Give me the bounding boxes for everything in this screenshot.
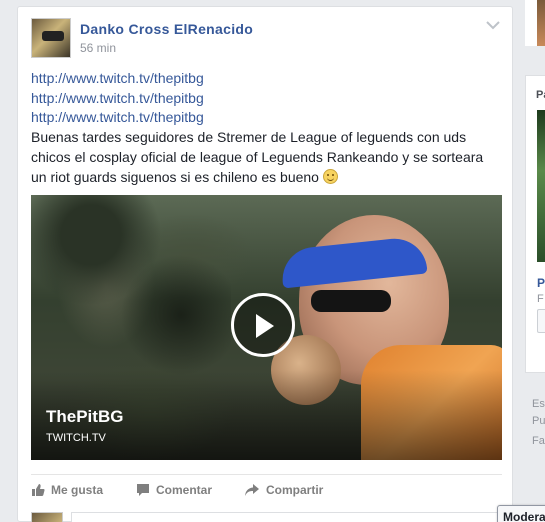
video-preview[interactable]: ThePitBG TWITCH.TV bbox=[31, 195, 502, 460]
right-panel-image[interactable] bbox=[537, 110, 545, 262]
like-button[interactable]: Me gusta bbox=[31, 483, 103, 497]
right-panel-button[interactable] bbox=[537, 309, 545, 333]
post-link[interactable]: http://www.twitch.tv/thepitbg bbox=[31, 108, 501, 128]
right-column-top-image[interactable] bbox=[537, 0, 545, 46]
smile-emoji-icon bbox=[322, 168, 338, 184]
thumbs-up-icon bbox=[32, 484, 45, 496]
chat-tab[interactable]: Modera bbox=[497, 505, 545, 522]
post-link[interactable]: http://www.twitch.tv/thepitbg bbox=[31, 89, 501, 109]
comment-composer bbox=[31, 512, 502, 522]
right-panel-label: Pa bbox=[536, 89, 545, 101]
share-arrow-icon bbox=[245, 484, 259, 496]
right-panel-subtitle: F bbox=[537, 293, 544, 305]
footer-link[interactable]: Fa bbox=[532, 435, 545, 447]
post-body: http://www.twitch.tv/thepitbg http://www… bbox=[31, 69, 501, 187]
post-link[interactable]: http://www.twitch.tv/thepitbg bbox=[31, 69, 501, 89]
video-thumbnail-sunglasses bbox=[311, 290, 391, 312]
footer-link[interactable]: Pu bbox=[532, 415, 545, 427]
commenter-avatar bbox=[31, 512, 63, 522]
post-card: Danko Cross ElRenacido 56 min http://www… bbox=[17, 6, 513, 522]
footer-link[interactable]: Es bbox=[532, 398, 545, 410]
like-label: Me gusta bbox=[51, 483, 104, 497]
video-source[interactable]: TWITCH.TV bbox=[46, 432, 106, 444]
comment-button[interactable]: Comentar bbox=[136, 483, 212, 497]
post-message: Buenas tardes seguidores de Stremer de L… bbox=[31, 129, 484, 185]
comment-input[interactable] bbox=[71, 512, 502, 522]
post-actions: Me gusta Comentar Compartir bbox=[31, 474, 502, 502]
author-avatar[interactable] bbox=[31, 18, 71, 58]
play-icon[interactable] bbox=[231, 293, 295, 357]
comment-icon bbox=[137, 484, 149, 496]
post-timestamp[interactable]: 56 min bbox=[80, 41, 116, 55]
chevron-down-icon[interactable] bbox=[486, 19, 500, 31]
comment-label: Comentar bbox=[156, 483, 213, 497]
share-label: Compartir bbox=[266, 483, 324, 497]
right-panel-title[interactable]: P bbox=[537, 276, 545, 290]
author-name[interactable]: Danko Cross ElRenacido bbox=[80, 21, 253, 37]
video-title[interactable]: ThePitBG bbox=[46, 407, 123, 427]
share-button[interactable]: Compartir bbox=[244, 483, 323, 497]
